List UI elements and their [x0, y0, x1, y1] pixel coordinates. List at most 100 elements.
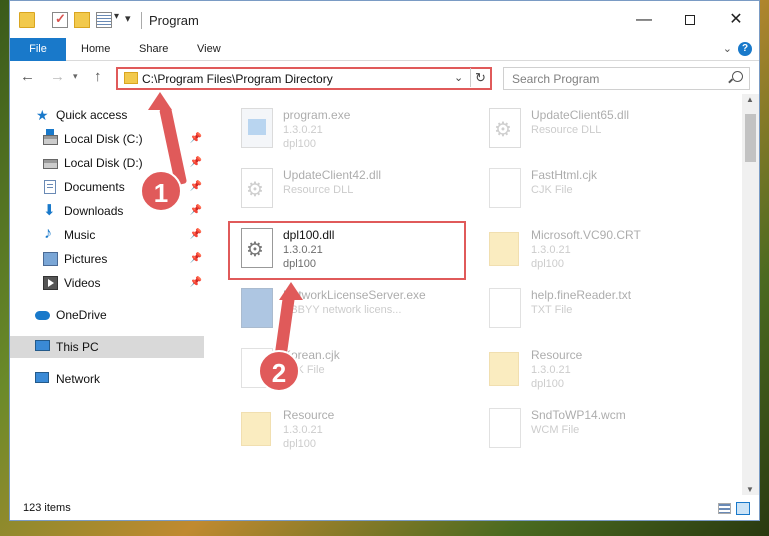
file-name: program.exe	[283, 108, 351, 122]
close-button[interactable]: ✕	[713, 1, 759, 38]
back-arrow-icon[interactable]: ←	[20, 68, 35, 85]
expand-ribbon-icon[interactable]: ⌄	[723, 42, 732, 55]
list-item-resource[interactable]: Resource 1.3.0.21 dpl100	[483, 340, 723, 398]
file-description: ABBYY network licens...	[283, 304, 402, 316]
tab-file[interactable]: File	[10, 38, 66, 61]
sidebar-item-onedrive[interactable]: OneDrive	[10, 304, 204, 326]
ribbon-tabs: File Home Share View ⌄ ?	[10, 38, 759, 61]
list-item-resource[interactable]: Resource 1.3.0.21 dpl100	[235, 400, 475, 458]
up-arrow-icon[interactable]: ↑	[94, 68, 102, 85]
navigation-bar: ← → ▾ ↑ C:\Program Files\Program Directo…	[10, 61, 759, 94]
file-version: 1.3.0.21	[531, 244, 571, 256]
file-icon	[489, 408, 521, 448]
exe-icon	[241, 288, 273, 328]
drive-icon	[43, 159, 58, 169]
pin-icon[interactable]: 📌	[190, 272, 202, 294]
scroll-up-icon[interactable]: ▲	[746, 95, 754, 104]
item-count: 123 items	[23, 502, 71, 514]
list-item-program-exe[interactable]: program.exe 1.3.0.21 dpl100	[235, 100, 475, 158]
forward-arrow-icon[interactable]: →	[50, 68, 65, 85]
file-name: Microsoft.VC90.CRT	[531, 228, 641, 242]
address-bar[interactable]: C:\Program Files\Program Directory ⌄ ↻	[116, 67, 492, 90]
folder-icon	[124, 72, 138, 84]
sidebar-item-videos[interactable]: Videos 📌	[10, 272, 204, 294]
list-item-help-finereader[interactable]: help.fineReader.txt TXT File	[483, 280, 723, 338]
documents-icon	[44, 180, 56, 194]
properties-icon[interactable]	[96, 12, 112, 28]
file-name: UpdateClient65.dll	[531, 108, 630, 122]
tiles-view-icon[interactable]	[736, 502, 750, 515]
pc-icon	[35, 340, 50, 351]
sidebar-item-this-pc[interactable]: This PC	[10, 336, 204, 358]
sidebar-item-network[interactable]: Network	[10, 368, 204, 390]
list-item-sndtowp14[interactable]: SndToWP14.wcm WCM File	[483, 400, 723, 458]
file-company: dpl100	[531, 258, 565, 270]
list-item-fasthtml[interactable]: FastHtml.cjk CJK File	[483, 160, 723, 218]
file-version: 1.3.0.21	[283, 424, 323, 436]
file-icon	[489, 288, 521, 328]
help-icon[interactable]: ?	[738, 42, 752, 56]
sidebar-item-pictures[interactable]: Pictures 📌	[10, 248, 204, 270]
scroll-thumb[interactable]	[745, 114, 756, 162]
file-type: TXT File	[531, 304, 573, 316]
tab-home[interactable]: Home	[81, 38, 110, 61]
search-input[interactable]	[504, 68, 724, 89]
pin-icon[interactable]: 📌	[190, 128, 202, 150]
pin-icon[interactable]: 📌	[190, 176, 202, 198]
customize-toolbar-icon[interactable]: ▾	[114, 11, 119, 22]
pin-icon[interactable]: 📌	[190, 248, 202, 270]
pin-icon[interactable]: 📌	[190, 224, 202, 246]
file-company: dpl100	[283, 138, 317, 150]
tab-share[interactable]: Share	[139, 38, 168, 61]
recent-locations-icon[interactable]: ▾	[73, 71, 78, 82]
tab-view[interactable]: View	[197, 38, 221, 61]
file-name: UpdateClient42.dll	[283, 168, 382, 182]
sidebar-item-label: Documents	[64, 180, 125, 194]
maximize-button[interactable]	[667, 1, 713, 38]
sidebar-item-label: Network	[56, 372, 101, 386]
details-view-icon[interactable]	[718, 503, 731, 514]
sidebar-item-label: Videos	[64, 276, 101, 290]
file-type: Resource DLL	[283, 184, 354, 196]
vertical-scrollbar[interactable]: ▲ ▼	[742, 94, 759, 495]
file-company: dpl100	[531, 378, 565, 390]
star-icon	[36, 104, 51, 126]
file-name: FastHtml.cjk	[531, 168, 597, 182]
dll-icon	[489, 108, 521, 148]
search-box[interactable]	[503, 67, 750, 90]
search-icon[interactable]	[732, 71, 743, 82]
refresh-icon[interactable]: ↻	[470, 68, 490, 87]
pin-icon[interactable]: 📌	[190, 200, 202, 222]
address-dropdown-icon[interactable]: ⌄	[454, 71, 463, 84]
sidebar-item-label: Local Disk (D:)	[64, 156, 143, 170]
download-icon	[43, 200, 58, 222]
folder-icon	[489, 232, 519, 266]
file-name: help.fineReader.txt	[531, 288, 632, 302]
sidebar-item-quick-access[interactable]: Quick access	[10, 104, 204, 126]
status-bar: 123 items	[10, 495, 759, 520]
minimize-button[interactable]: —	[621, 1, 667, 38]
annotation-arrowhead-2	[279, 282, 303, 300]
pin-icon[interactable]: 📌	[190, 152, 202, 174]
pictures-icon	[43, 252, 58, 266]
sidebar-item-label: This PC	[56, 340, 99, 354]
properties-check-icon[interactable]	[52, 11, 68, 28]
new-folder-icon[interactable]	[74, 12, 90, 28]
address-path[interactable]: C:\Program Files\Program Directory	[142, 72, 333, 86]
quick-access-toolbar-dropdown-icon[interactable]: ▾	[125, 12, 131, 25]
sidebar-item-music[interactable]: Music 📌	[10, 223, 204, 246]
sidebar-item-label: Pictures	[64, 252, 108, 266]
list-item-updateclient65[interactable]: UpdateClient65.dll Resource DLL	[483, 100, 723, 158]
scroll-down-icon[interactable]: ▼	[746, 485, 754, 494]
folder-icon	[19, 12, 35, 28]
file-type: CJK File	[531, 184, 573, 196]
maximize-icon	[685, 14, 695, 25]
folder-icon	[489, 352, 519, 386]
file-name: SndToWP14.wcm	[531, 408, 626, 422]
file-name: Resource	[531, 348, 583, 362]
exe-icon	[241, 108, 273, 148]
list-item-microsoft-vc90[interactable]: Microsoft.VC90.CRT 1.3.0.21 dpl100	[483, 220, 723, 278]
list-item-updateclient42[interactable]: UpdateClient42.dll Resource DLL	[235, 160, 475, 218]
list-item-networklicenseserver[interactable]: NetworkLicenseServer.exe ABBYY network l…	[235, 280, 475, 338]
callout-badge-1: 1	[140, 170, 182, 212]
